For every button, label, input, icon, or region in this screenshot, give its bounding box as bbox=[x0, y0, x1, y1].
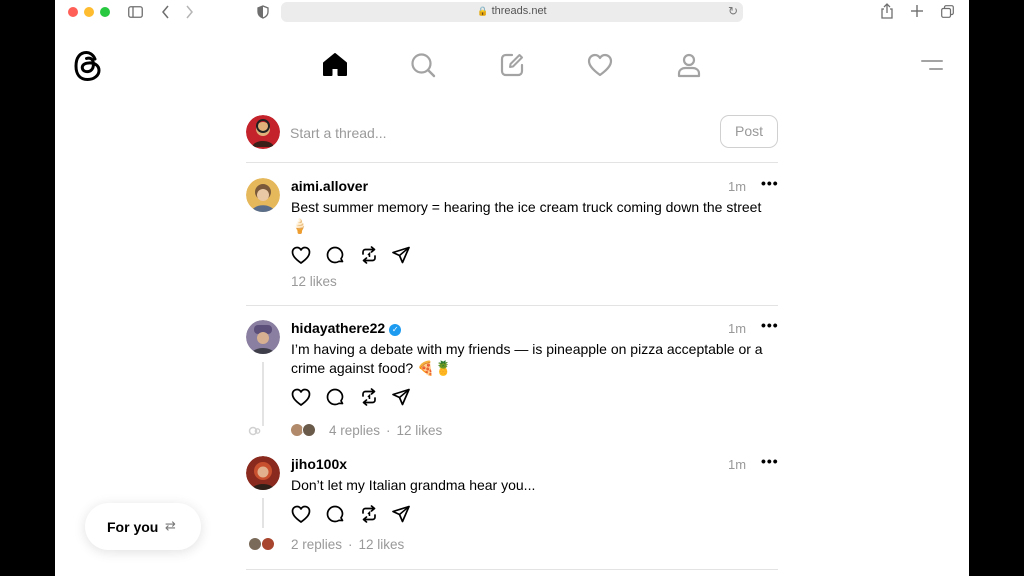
verified-badge-icon: ✓ bbox=[389, 324, 402, 336]
replies-count[interactable]: 2 replies bbox=[291, 537, 342, 552]
likes-count[interactable]: 12 likes bbox=[359, 537, 405, 552]
post-stats: 2 replies · 12 likes bbox=[291, 537, 405, 552]
profile-icon[interactable] bbox=[676, 52, 702, 78]
post-stats: 12 likes bbox=[291, 274, 337, 289]
sidebar-toggle-icon[interactable] bbox=[128, 6, 143, 18]
reload-icon[interactable]: ↻ bbox=[728, 4, 738, 18]
feed-toggle-button[interactable]: For you ⇄ bbox=[85, 503, 201, 550]
home-icon[interactable] bbox=[322, 52, 348, 78]
thread-post[interactable]: aimi.allover 1m ••• Best summer memory =… bbox=[246, 175, 779, 306]
post-text: Best summer memory = hearing the ice cre… bbox=[291, 199, 762, 234]
post-actions bbox=[291, 387, 421, 409]
avatar[interactable] bbox=[246, 320, 280, 354]
post-username[interactable]: aimi.allover bbox=[291, 178, 368, 194]
post-text: Don’t let my Italian grandma hear you... bbox=[291, 477, 536, 493]
search-icon[interactable] bbox=[410, 52, 436, 78]
post-actions bbox=[291, 504, 421, 526]
more-options-icon[interactable]: ••• bbox=[761, 453, 779, 469]
reply-icon[interactable] bbox=[325, 504, 345, 524]
post-username[interactable]: jiho100x bbox=[291, 456, 347, 472]
tab-overview-icon[interactable] bbox=[941, 5, 954, 18]
avatar[interactable] bbox=[246, 115, 280, 149]
compose-icon[interactable] bbox=[499, 52, 525, 78]
new-tab-icon[interactable] bbox=[911, 5, 923, 17]
swap-icon: ⇄ bbox=[165, 518, 176, 533]
more-options-icon[interactable]: ••• bbox=[761, 175, 779, 191]
browser-window: 🔒 threads.net ↻ Start a thread... Post a… bbox=[55, 0, 969, 576]
share-send-icon[interactable] bbox=[391, 504, 411, 524]
thread-line bbox=[262, 498, 264, 528]
post-button[interactable]: Post bbox=[720, 115, 778, 148]
post-time: 1m bbox=[728, 321, 747, 336]
thread-reply-connector-icon bbox=[248, 426, 261, 436]
post-time: 1m bbox=[728, 179, 747, 194]
browser-toolbar: 🔒 threads.net ↻ bbox=[55, 0, 969, 26]
heart-icon[interactable] bbox=[587, 52, 613, 78]
reply-icon[interactable] bbox=[325, 245, 345, 265]
repost-icon[interactable] bbox=[359, 387, 379, 407]
replier-avatar bbox=[248, 537, 262, 551]
zoom-window-button[interactable] bbox=[100, 7, 110, 17]
post-username-text: hidayathere22 bbox=[291, 320, 386, 336]
thread-line bbox=[262, 362, 264, 426]
replier-avatar bbox=[302, 423, 316, 437]
post-text: I’m having a debate with my friends — is… bbox=[291, 341, 763, 376]
thread-post[interactable]: jiho100x 1m ••• Don’t let my Italian gra… bbox=[246, 453, 779, 570]
likes-count[interactable]: 12 likes bbox=[291, 274, 337, 289]
like-icon[interactable] bbox=[291, 504, 311, 524]
post-divider bbox=[246, 305, 778, 306]
close-window-button[interactable] bbox=[68, 7, 78, 17]
reply-icon[interactable] bbox=[325, 387, 345, 407]
like-icon[interactable] bbox=[291, 245, 311, 265]
composer-input[interactable]: Start a thread... bbox=[290, 125, 387, 141]
like-icon[interactable] bbox=[291, 387, 311, 407]
address-bar[interactable]: 🔒 threads.net ↻ bbox=[281, 2, 743, 22]
likes-count[interactable]: 12 likes bbox=[397, 423, 443, 438]
avatar[interactable] bbox=[246, 178, 280, 212]
url-display: 🔒 threads.net bbox=[281, 5, 743, 17]
menu-icon[interactable] bbox=[921, 58, 943, 72]
post-actions bbox=[291, 245, 421, 267]
lock-icon: 🔒 bbox=[477, 6, 489, 16]
forward-arrow-icon[interactable] bbox=[185, 5, 194, 19]
minimize-window-button[interactable] bbox=[84, 7, 94, 17]
post-username[interactable]: hidayathere22 ✓ bbox=[291, 320, 402, 336]
replies-count[interactable]: 4 replies bbox=[329, 423, 380, 438]
thread-composer: Start a thread... Post bbox=[246, 115, 778, 163]
privacy-shield-icon[interactable] bbox=[257, 5, 269, 19]
share-send-icon[interactable] bbox=[391, 387, 411, 407]
feed-toggle-label: For you bbox=[107, 519, 159, 535]
share-send-icon[interactable] bbox=[391, 245, 411, 265]
post-divider bbox=[246, 569, 778, 570]
threads-logo-icon[interactable] bbox=[73, 50, 103, 82]
share-icon[interactable] bbox=[880, 3, 894, 19]
url-text: threads.net bbox=[491, 5, 547, 17]
post-stats: 4 replies · 12 likes bbox=[329, 423, 443, 438]
repost-icon[interactable] bbox=[359, 245, 379, 265]
replier-avatar bbox=[261, 537, 275, 551]
more-options-icon[interactable]: ••• bbox=[761, 317, 779, 333]
post-time: 1m bbox=[728, 457, 747, 472]
back-arrow-icon[interactable] bbox=[161, 5, 170, 19]
repost-icon[interactable] bbox=[359, 504, 379, 524]
thread-post[interactable]: hidayathere22 ✓ 1m ••• I’m having a debat… bbox=[246, 317, 779, 456]
avatar[interactable] bbox=[246, 456, 280, 490]
